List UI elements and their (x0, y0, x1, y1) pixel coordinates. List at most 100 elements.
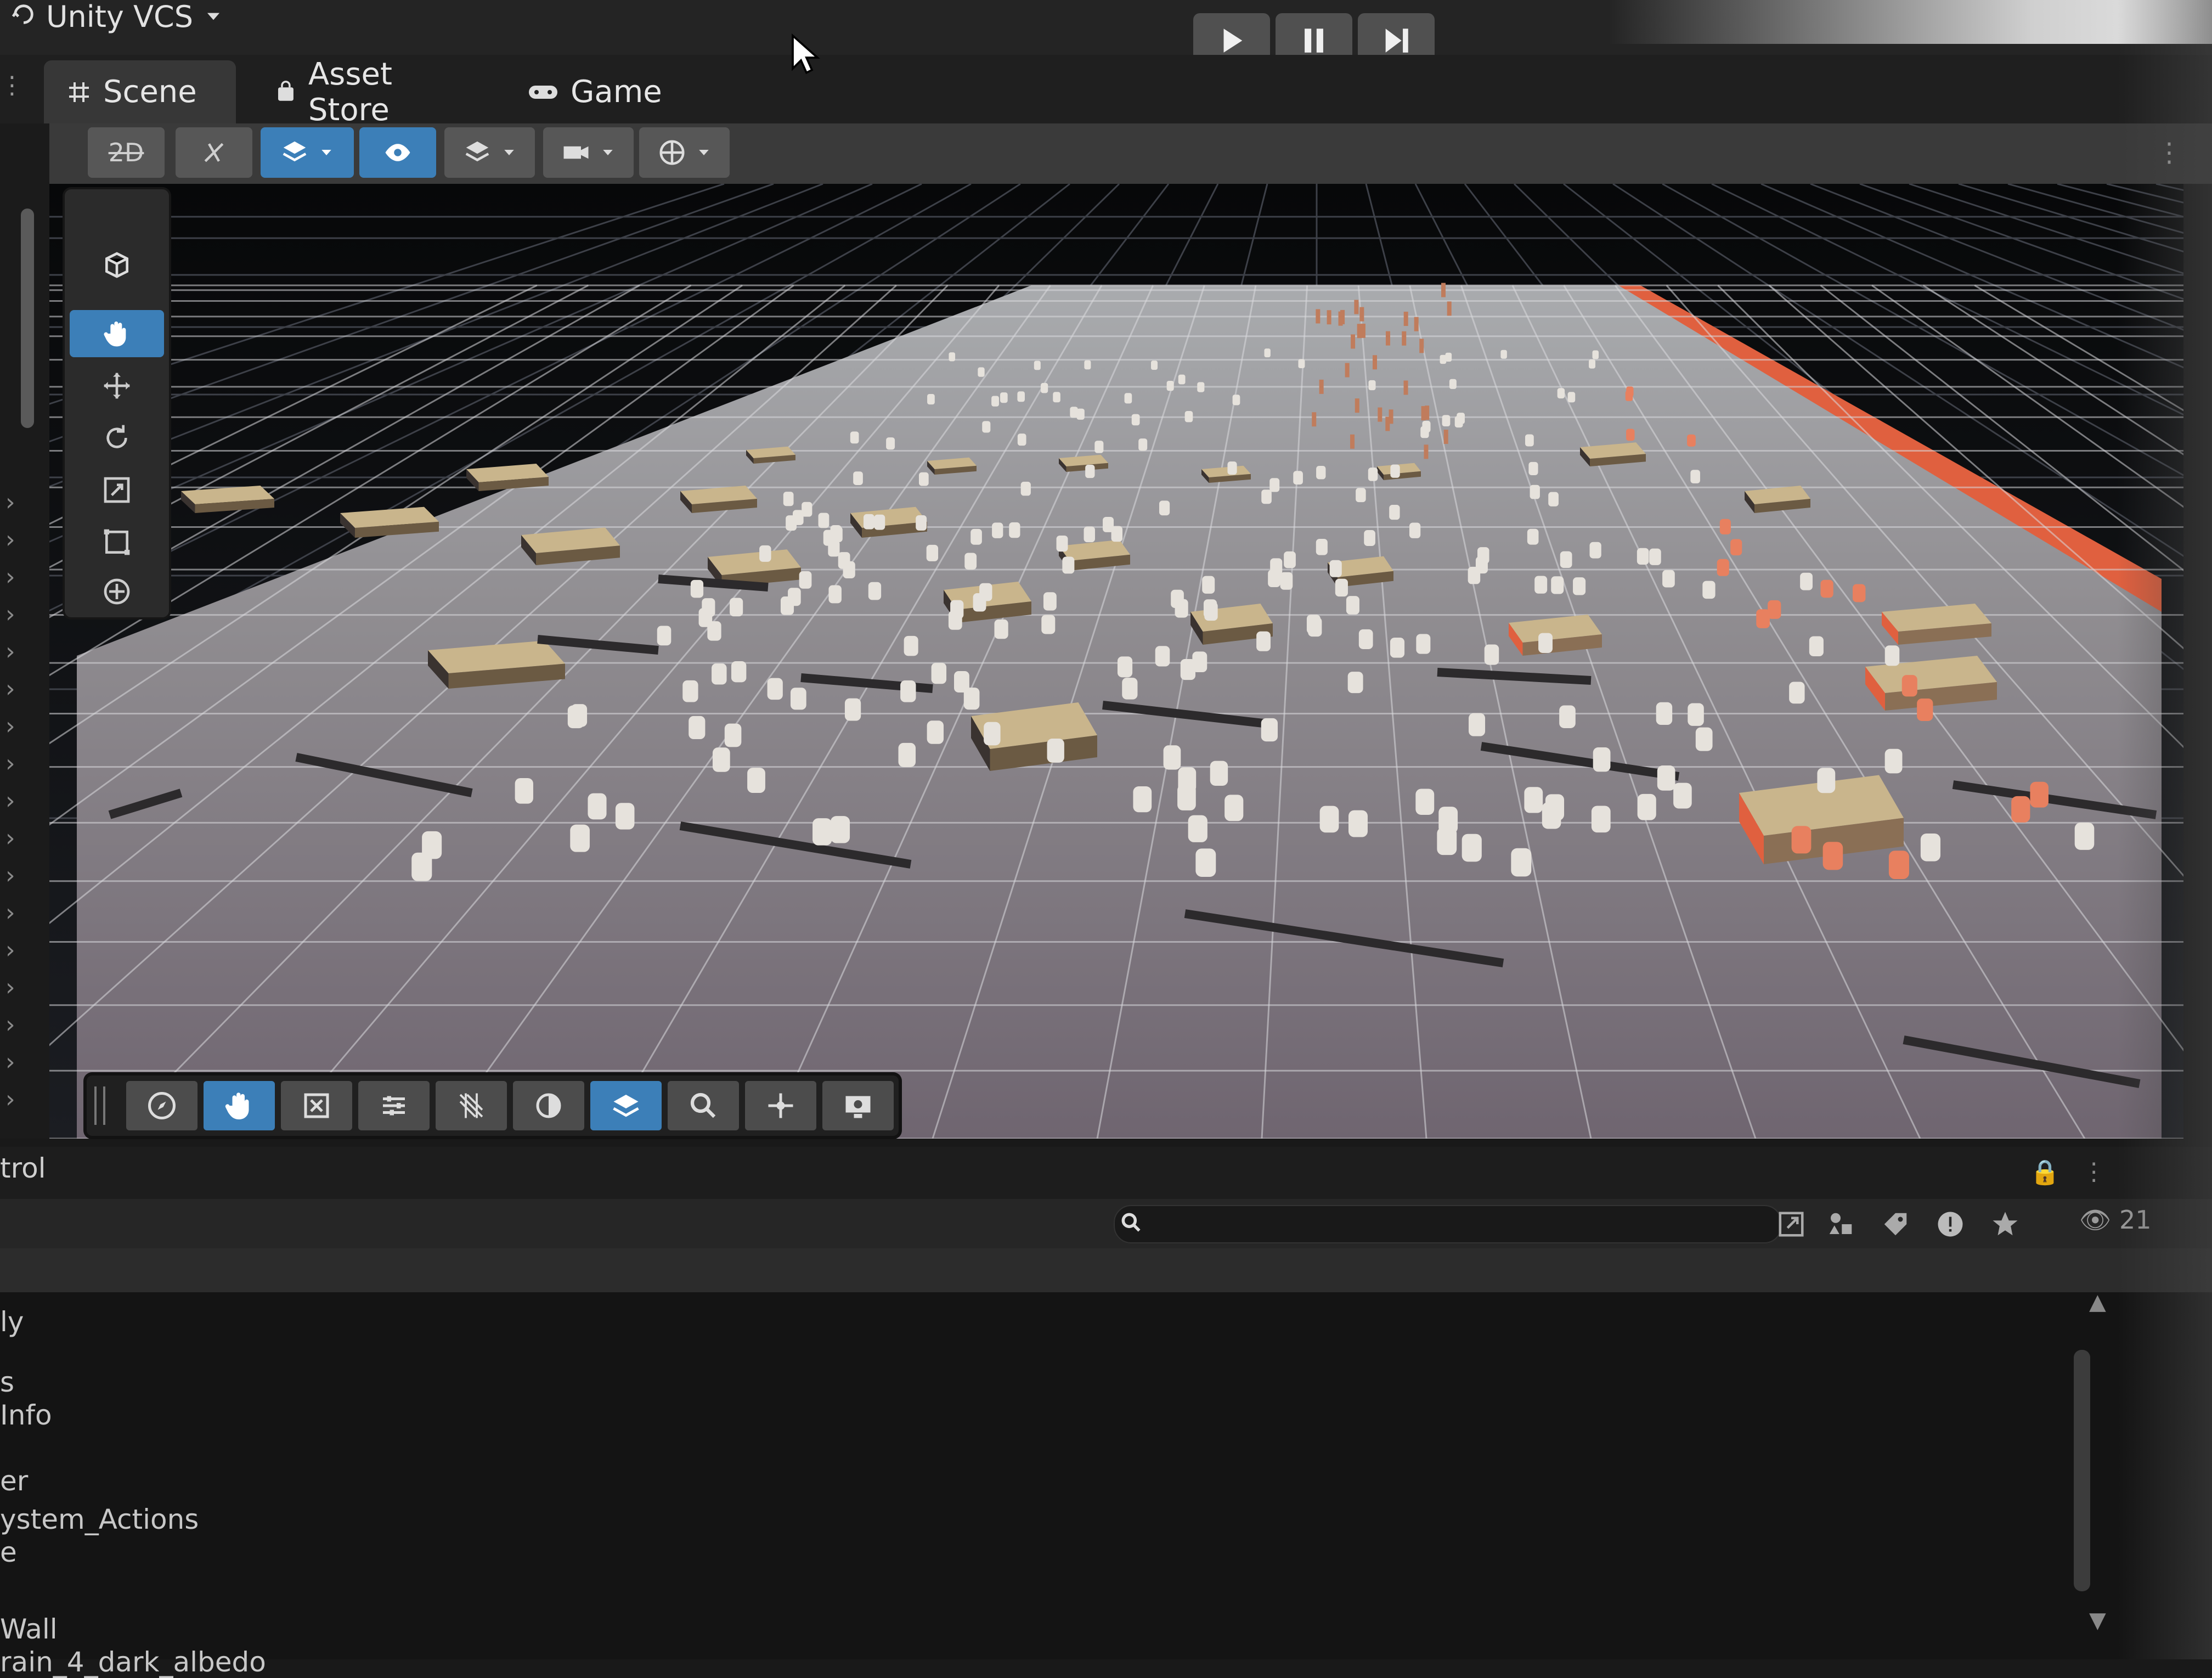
expand-chevron-icon[interactable]: › (5, 824, 27, 852)
peg-object (1047, 739, 1064, 763)
grid-hatch-button[interactable] (436, 1081, 507, 1130)
list-item[interactable]: Info (0, 1399, 52, 1431)
peg-object (1416, 634, 1431, 654)
compass-button[interactable] (126, 1081, 198, 1130)
layers-dropdown[interactable] (444, 127, 535, 178)
expand-chevron-icon[interactable]: › (5, 712, 27, 740)
favorites-button[interactable] (1986, 1205, 2024, 1243)
expand-chevron-icon[interactable]: › (5, 861, 27, 889)
peg-object (1637, 548, 1649, 565)
draw-mode-dropdown[interactable] (261, 127, 354, 178)
peg-object (1820, 579, 1833, 598)
layers-button[interactable] (590, 1081, 662, 1130)
frame-button[interactable] (281, 1081, 352, 1130)
search-input[interactable] (1114, 1205, 1782, 1243)
panel-menu-icon[interactable]: ⋮ (2082, 1158, 2106, 1191)
list-scrollbar[interactable] (2074, 1350, 2090, 1591)
peg-object (904, 635, 918, 656)
transform-tool-icon (104, 578, 130, 605)
gizmos-dropdown[interactable] (639, 127, 730, 178)
tab-asset-store[interactable]: Asset Store (252, 57, 483, 128)
tab-scene[interactable]: Scene (44, 60, 236, 123)
vertical-scrollbar[interactable] (21, 209, 34, 428)
expand-chevron-icon[interactable]: › (5, 1085, 27, 1113)
expand-chevron-icon[interactable]: › (5, 526, 27, 554)
filter-label-button[interactable] (1876, 1205, 1915, 1243)
view-options-button[interactable] (70, 241, 164, 289)
list-item[interactable]: s (0, 1366, 14, 1398)
visibility-toggle[interactable] (359, 127, 436, 178)
peg-object (964, 553, 977, 570)
peg-object (1163, 745, 1181, 770)
tab-game[interactable]: Game (505, 60, 686, 123)
lock-icon[interactable]: 🔒 (2030, 1158, 2060, 1191)
search-button[interactable] (668, 1081, 739, 1130)
list-item[interactable]: Wall (0, 1613, 58, 1645)
list-item[interactable]: er (0, 1465, 28, 1497)
hand-tool-button[interactable] (70, 310, 164, 357)
scroll-down-icon[interactable]: ▼ (2089, 1608, 2106, 1633)
camera-dropdown[interactable] (543, 127, 634, 178)
peg-object (1159, 500, 1170, 516)
list-item[interactable]: ystem_Actions (0, 1504, 199, 1535)
expand-chevron-icon[interactable]: › (5, 1048, 27, 1076)
tab-menu-icon[interactable]: ⋮ (0, 71, 24, 104)
expand-chevron-icon[interactable]: › (5, 600, 27, 628)
peg-object (1203, 599, 1217, 618)
move-tool-button[interactable] (70, 362, 164, 409)
list-item[interactable]: ly (0, 1306, 24, 1338)
lighting-toggle-button[interactable] (176, 127, 252, 178)
peg-object (886, 437, 895, 450)
circle-button[interactable] (513, 1081, 584, 1130)
rotate-tool-icon (106, 425, 127, 448)
peg-object (1525, 434, 1534, 447)
expand-chevron-icon[interactable]: › (5, 638, 27, 666)
peg-object (1437, 827, 1457, 855)
grid-icon (69, 82, 89, 102)
scroll-up-icon[interactable]: ▲ (2089, 1290, 2106, 1315)
peg-object (1551, 576, 1564, 594)
expand-chevron-icon[interactable]: › (5, 973, 27, 1001)
expand-chevron-icon[interactable]: › (5, 787, 27, 815)
peg-object (1730, 539, 1742, 556)
peg-object (1133, 786, 1152, 813)
peg-object (1041, 615, 1056, 634)
expand-chevron-icon[interactable]: › (5, 750, 27, 778)
peg-object (982, 421, 991, 433)
monitor-bezel-edge (2118, 0, 2212, 1659)
rotate-tool-button[interactable] (70, 414, 164, 461)
tower-object (1441, 283, 1446, 297)
peg-object (588, 793, 607, 820)
peg-object (1789, 682, 1805, 704)
chevron-down-icon (203, 0, 224, 34)
open-external-button[interactable] (1772, 1205, 1810, 1243)
log-errors-button[interactable] (1931, 1205, 1970, 1243)
scene-viewport[interactable] (0, 184, 2183, 1139)
transform-tool-button[interactable] (70, 568, 164, 615)
filter-type-button[interactable] (1821, 1205, 1860, 1243)
move-button[interactable] (745, 1081, 816, 1130)
peg-object (792, 510, 804, 525)
lighting-off-icon (204, 143, 224, 162)
drag-handle[interactable] (94, 1086, 105, 1125)
expand-chevron-icon[interactable]: › (5, 1011, 27, 1039)
draw-mode-icon (283, 141, 307, 162)
peg-object (682, 680, 698, 702)
2d-toggle-button[interactable]: 2D (88, 127, 165, 178)
expand-chevron-icon[interactable]: › (5, 936, 27, 964)
peg-object (1298, 359, 1305, 369)
rect-tool-button[interactable] (70, 519, 164, 566)
hand-tool-icon (104, 321, 126, 347)
expand-chevron-icon[interactable]: › (5, 675, 27, 703)
peg-object (1270, 558, 1283, 576)
vcs-menu[interactable]: Unity VCS (11, 0, 224, 34)
expand-chevron-icon[interactable]: › (5, 899, 27, 927)
list-item[interactable]: e (0, 1536, 17, 1568)
expand-chevron-icon[interactable]: › (5, 488, 27, 516)
sliders-button[interactable] (358, 1081, 430, 1130)
camera-button[interactable] (822, 1081, 894, 1130)
scale-tool-button[interactable] (70, 466, 164, 514)
list-item[interactable]: rain_4_dark_albedo (0, 1646, 266, 1678)
hand-button[interactable] (204, 1081, 275, 1130)
expand-chevron-icon[interactable]: › (5, 563, 27, 591)
